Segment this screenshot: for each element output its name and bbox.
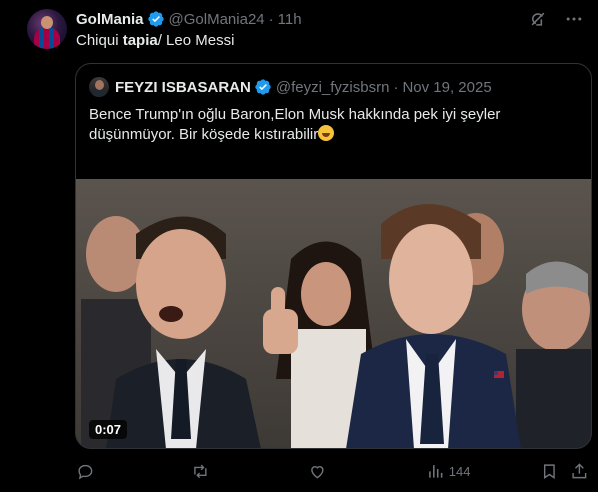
like-button[interactable] <box>308 462 331 481</box>
share-icon <box>572 463 587 479</box>
tweet[interactable]: GolMania @GolMania24 · 11h Chiqui tapia/… <box>0 0 598 492</box>
action-bar: 144 <box>76 462 588 482</box>
tweet-text-part: Chiqui <box>76 32 123 49</box>
laughing-tears-emoji-icon <box>318 125 335 141</box>
top-actions <box>528 9 584 29</box>
quoted-tweet[interactable]: FEYZI ISBASARAN @feyzi_fyzisbsrn · Nov 1… <box>75 63 592 449</box>
tweet-header: GolMania @GolMania24 · 11h <box>76 9 302 29</box>
quoted-avatar <box>89 77 109 97</box>
bookmark-button[interactable] <box>540 462 559 481</box>
grok-icon[interactable] <box>528 9 548 29</box>
views-button[interactable]: 144 <box>426 462 470 481</box>
verified-badge-icon <box>147 11 164 27</box>
verified-badge-icon <box>255 79 271 95</box>
reply-icon <box>78 464 93 480</box>
separator: · <box>393 78 399 96</box>
reply-button[interactable] <box>76 462 99 481</box>
retweet-button[interactable] <box>191 462 214 481</box>
author-name[interactable]: GolMania <box>76 11 144 28</box>
video-duration: 0:07 <box>89 420 128 439</box>
like-icon <box>311 466 324 479</box>
quoted-text: Bence Trump'ın oğlu Baron,Elon Musk hakk… <box>89 105 569 145</box>
retweet-icon <box>194 464 207 479</box>
more-icon[interactable] <box>564 9 584 29</box>
tweet-text: Chiqui tapia/ Leo Messi <box>76 32 234 49</box>
video-player[interactable]: 0:07 <box>76 179 591 448</box>
quoted-date: Nov 19, 2025 <box>402 78 492 96</box>
quoted-author-name: FEYZI ISBASARAN <box>115 78 251 96</box>
timestamp[interactable]: 11h <box>278 11 302 28</box>
views-count: 144 <box>448 463 471 479</box>
video-frame <box>76 179 591 448</box>
share-button[interactable] <box>570 462 589 481</box>
tweet-text-bold: tapia <box>122 32 158 49</box>
bookmark-icon <box>543 464 555 479</box>
author-handle[interactable]: @GolMania24 <box>169 11 265 28</box>
separator: · <box>268 10 274 28</box>
quoted-text-body: Bence Trump'ın oğlu Baron,Elon Musk hakk… <box>89 106 501 143</box>
quoted-header: FEYZI ISBASARAN @feyzi_fyzisbsrn · Nov 1… <box>89 77 492 97</box>
views-icon <box>429 465 443 478</box>
avatar[interactable] <box>27 9 67 49</box>
quoted-author-handle: @feyzi_fyzisbsrn <box>275 78 390 96</box>
tweet-text-part: / Leo Messi <box>157 32 235 49</box>
